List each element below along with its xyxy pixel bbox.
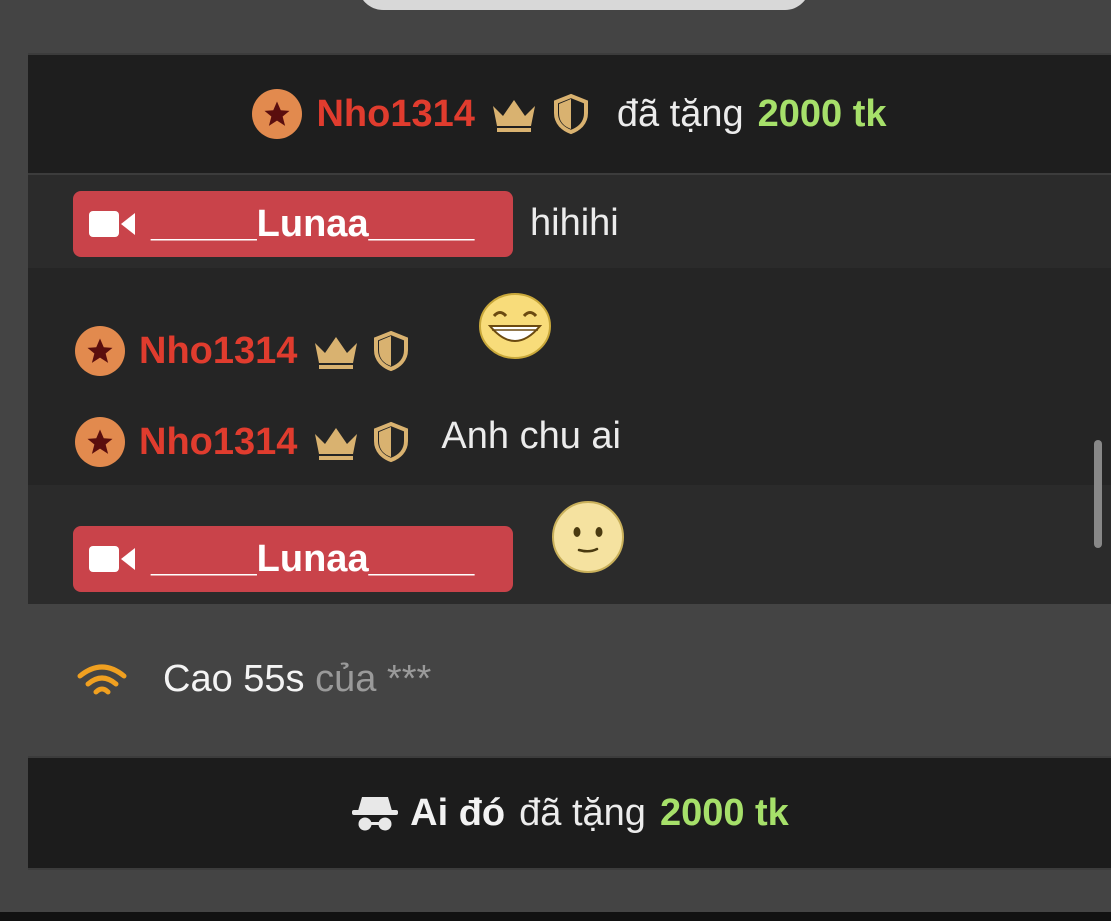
- bottom-strip: [0, 912, 1111, 921]
- star-badge-icon: [252, 89, 303, 139]
- message-text: Anh chu ai: [441, 414, 621, 457]
- gift-amount: 2000 tk: [757, 92, 887, 135]
- system-suffix-text: của ***: [315, 658, 432, 700]
- wifi-icon: [76, 662, 128, 707]
- system-text: Cao 55s của ***: [163, 658, 431, 701]
- video-camera-icon: [89, 209, 135, 239]
- gift-gave-text: đã tặng: [616, 92, 744, 135]
- crown-icon: [489, 94, 539, 134]
- chat-scrollbar[interactable]: [1094, 440, 1102, 548]
- shield-icon: [373, 421, 409, 463]
- star-badge-icon: [75, 326, 125, 376]
- gift-username[interactable]: Nho1314: [316, 93, 474, 136]
- crown-icon: [311, 331, 361, 371]
- incognito-icon: [350, 793, 400, 833]
- neutral-face-emoji-icon: [551, 500, 625, 574]
- bottom-partial-row: [28, 870, 1111, 912]
- streamer-username-pill[interactable]: _____Lunaa_____: [73, 526, 513, 592]
- streamer-username: _____Lunaa_____: [151, 537, 475, 580]
- shield-icon: [373, 330, 409, 372]
- gift-banner: Nho1314 đã tặng 2000 tk: [28, 55, 1111, 173]
- anon-gift-banner: Ai đó đã tặng 2000 tk: [28, 758, 1111, 868]
- chat-username[interactable]: Nho1314: [139, 330, 297, 373]
- top-partial-row: [28, 0, 1111, 53]
- system-main-text: Cao 55s: [163, 658, 305, 700]
- left-rail: [0, 0, 28, 921]
- input-pill[interactable]: [358, 0, 810, 10]
- anon-gift-amount: 2000 tk: [659, 791, 789, 834]
- star-badge-icon: [75, 417, 125, 467]
- anon-username[interactable]: Ai đó: [410, 792, 505, 835]
- grinning-emoji-icon: [478, 292, 552, 360]
- message-text: hihihi: [530, 202, 619, 244]
- chat-message: Nho1314 Anh chu ai: [75, 414, 621, 467]
- chat-username[interactable]: Nho1314: [139, 421, 297, 464]
- crown-icon: [311, 422, 361, 462]
- shield-icon: [553, 93, 589, 135]
- anon-gave-text: đã tặng: [519, 791, 646, 834]
- streamer-username-pill[interactable]: _____Lunaa_____: [73, 191, 513, 257]
- streamer-username: _____Lunaa_____: [151, 202, 475, 245]
- chat-message: Nho1314: [75, 326, 409, 376]
- video-camera-icon: [89, 544, 135, 574]
